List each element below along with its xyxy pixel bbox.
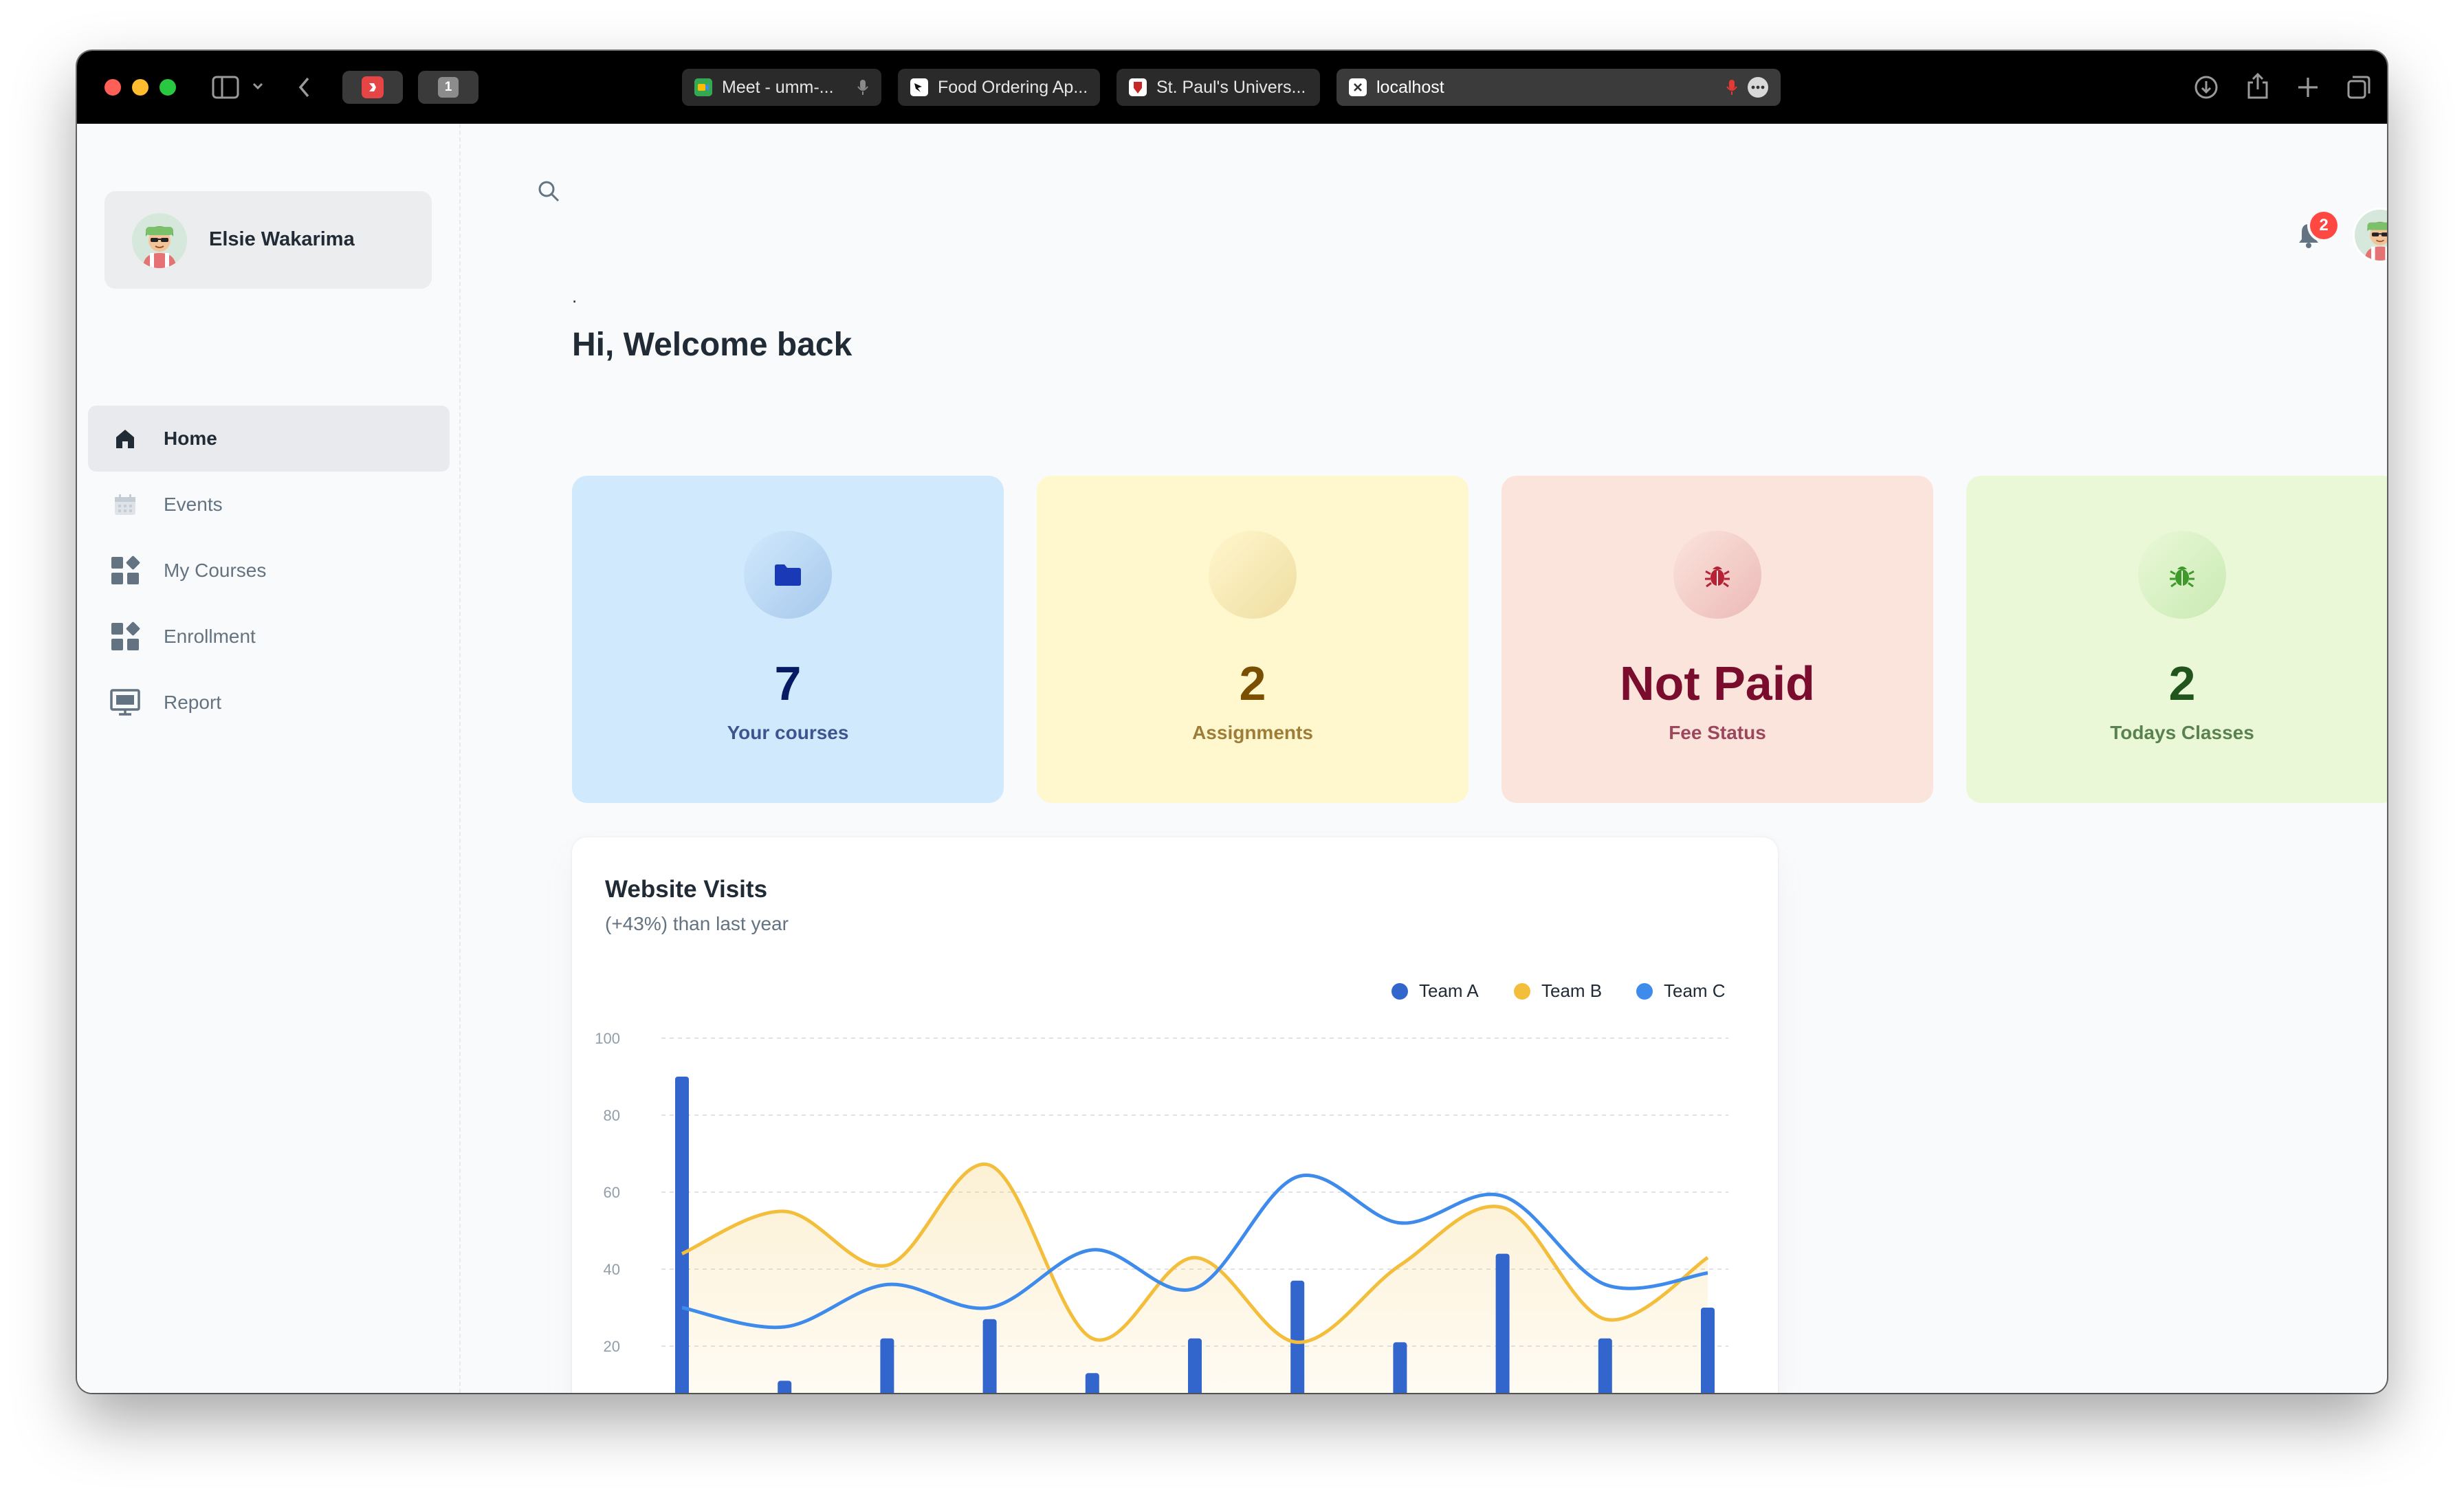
card-icon-background [2138,531,2226,619]
calendar-icon [110,490,140,520]
card-label: Todays Classes [2110,722,2254,743]
tab-localhost[interactable]: localhost [1336,69,1781,106]
browser-window: 1 Meet - umm-... Food Ordering Ap... St.… [77,51,2387,1393]
account-card[interactable]: Elsie Wakarima [104,191,432,289]
browser-toolbar: 1 Meet - umm-... Food Ordering Ap... St.… [77,51,2387,124]
sidebar-item-enrollment[interactable]: Enrollment [88,604,450,670]
sidebar-toggle-icon[interactable] [212,76,239,102]
card-label: Your courses [727,722,849,743]
bug-icon [2170,566,2194,588]
bug-icon [1705,566,1730,588]
team-a-bar [675,1077,689,1393]
microphone-icon [857,80,868,95]
tab-label: localhost [1376,77,1444,97]
tab-university[interactable]: St. Paul's Univers... [1116,69,1320,106]
close-window-button[interactable] [104,79,121,96]
stat-card-assignments[interactable]: 2 Assignments [1037,476,1468,803]
team-a-bar [1188,1338,1202,1393]
team-a-bar [778,1380,792,1393]
team-a-bar [1290,1280,1305,1393]
team-a-bar [1598,1338,1612,1393]
extension-counter: 1 [438,77,459,98]
card-label: Assignments [1192,722,1313,743]
sidebar-item-label: Events [164,494,223,515]
microphone-recording-icon [1726,80,1737,95]
sidebar: Elsie Wakarima Home Events My Courses En… [77,124,461,1393]
card-icon-background [744,531,832,619]
sidebar-item-label: Enrollment [164,626,256,647]
download-icon[interactable] [2193,74,2219,104]
folder-icon [775,564,801,586]
tab-label: Food Ordering Ap... [938,77,1088,97]
bird-logo-icon [910,78,928,96]
y-tick-label: 100 [595,1030,620,1047]
website-visits-card: Website Visits (+43%) than last year Tea… [572,837,1778,1393]
chevron-down-icon[interactable] [252,81,264,94]
sidebar-item-label: My Courses [164,560,267,581]
sidebar-item-events[interactable]: Events [88,472,450,538]
page-title: Hi, Welcome back [572,327,852,363]
dashboard-grid-icon [110,622,140,652]
team-a-bar [1495,1253,1510,1393]
visits-chart: 100806040200 [595,1030,1728,1393]
card-label: Fee Status [1669,722,1766,743]
stat-card-fee-status[interactable]: Not Paid Fee Status [1502,476,1933,803]
account-name: Elsie Wakarima [209,228,355,250]
stat-card-courses[interactable]: 7 Your courses [572,476,1004,803]
extension-logo-icon [362,76,384,98]
zoom-window-button[interactable] [160,79,176,96]
y-tick-label: 20 [604,1338,620,1355]
more-options-icon[interactable] [1748,77,1768,98]
card-icon-background [1209,531,1297,619]
home-icon [110,424,140,454]
tab-meet[interactable]: Meet - umm-... [682,69,881,106]
sidebar-item-label: Home [164,428,217,449]
dashboard-grid-icon [110,556,140,586]
extension-counter-button[interactable]: 1 [418,71,478,104]
search-button[interactable] [529,172,568,210]
search-icon [538,181,560,202]
extension-button[interactable] [342,71,403,104]
team-a-bar [1701,1308,1715,1393]
share-icon[interactable] [2245,72,2270,104]
team-a-bar [982,1319,997,1393]
stat-card-todays-classes[interactable]: 2 Todays Classes [1966,476,2387,803]
main-content: 2 . Hi, Welcome back 7 Your courses 2 As… [461,124,2387,1393]
notification-badge: 2 [2310,212,2338,239]
y-tick-label: 80 [604,1107,620,1124]
new-tab-icon[interactable] [2296,76,2320,102]
sidebar-item-my-courses[interactable]: My Courses [88,538,450,604]
card-value: Not Paid [1620,657,1815,710]
card-value: 7 [774,657,802,710]
team-a-bar [1393,1342,1407,1393]
avatar [132,213,187,268]
google-meet-icon [694,78,712,96]
monitor-icon [110,688,140,718]
team-a-bar [1085,1373,1099,1393]
tab-food-ordering[interactable]: Food Ordering Ap... [898,69,1100,106]
team-a-bar [880,1338,894,1393]
university-shield-icon [1129,78,1147,96]
back-arrow-icon[interactable] [297,76,312,102]
minimize-window-button[interactable] [132,79,148,96]
card-icon-background [1673,531,1761,619]
tab-label: St. Paul's Univers... [1156,77,1306,97]
card-value: 2 [1239,657,1266,710]
avatar[interactable] [2353,208,2387,263]
tab-overview-icon[interactable] [2346,74,2372,104]
sidebar-item-report[interactable]: Report [88,670,450,736]
card-value: 2 [2168,657,2196,710]
y-tick-label: 60 [604,1184,620,1201]
placeholder-dot: . [572,286,578,307]
sidebar-item-label: Report [164,692,222,713]
tab-label: Meet - umm-... [722,77,834,97]
y-tick-label: 40 [604,1261,620,1278]
sidebar-item-home[interactable]: Home [88,406,450,472]
close-tab-icon[interactable] [1349,78,1367,96]
